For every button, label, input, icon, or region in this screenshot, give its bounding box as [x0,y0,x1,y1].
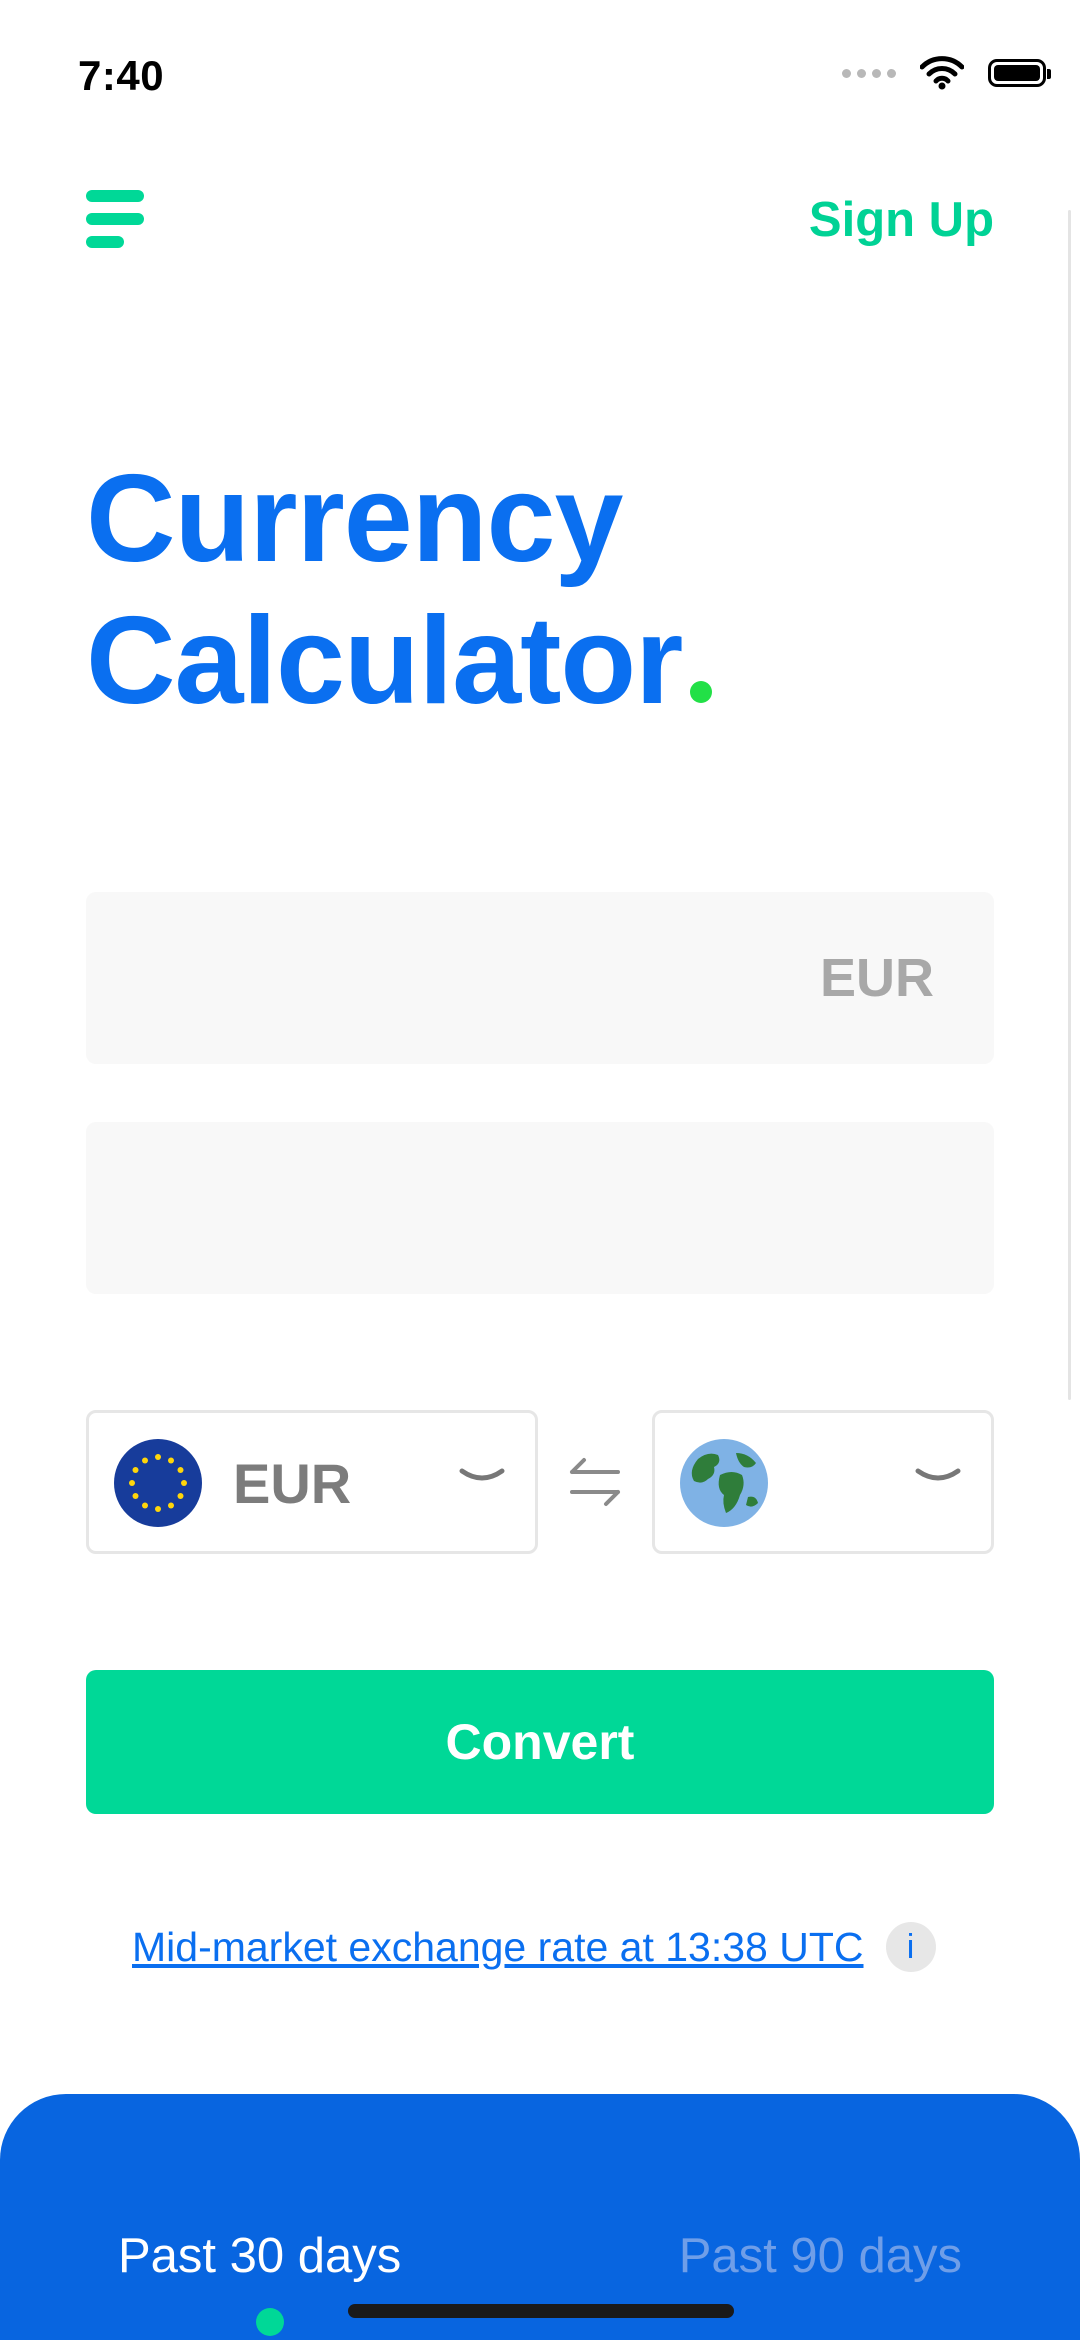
chevron-down-icon [459,1468,505,1481]
globe-icon [680,1439,768,1527]
scrollbar[interactable] [1068,210,1071,1400]
page-title: Currency Calculator [86,448,713,732]
amount-currency-suffix: EUR [819,948,934,1008]
info-icon[interactable]: i [885,1922,936,1972]
rate-info-link[interactable]: Mid-market exchange rate at 13:38 UTC [132,1924,864,1971]
cellular-signal-icon [842,68,896,78]
active-tab-indicator [256,2308,284,2336]
wifi-icon [920,56,964,90]
menu-icon[interactable] [86,190,144,248]
title-dot-icon [690,681,713,703]
home-indicator[interactable] [348,2304,734,2318]
rate-note: Mid-market exchange rate at 13:38 UTC i [132,1922,936,1972]
tab-past-30-days[interactable]: Past 30 days [118,2228,401,2284]
eu-flag-icon [114,1439,202,1527]
title-line-2: Calculator [86,592,683,730]
title-line-1: Currency [86,450,623,588]
from-currency-select[interactable]: EUR [86,1410,538,1554]
tab-past-90-days[interactable]: Past 90 days [679,2228,962,2284]
swap-icon[interactable] [568,1454,622,1510]
result-field[interactable] [86,1122,994,1294]
to-currency-select[interactable] [652,1410,994,1554]
battery-icon [988,59,1051,87]
amount-input[interactable]: EUR [86,892,994,1064]
sign-up-link[interactable]: Sign Up [809,192,994,248]
chevron-down-icon [915,1468,961,1481]
status-icons [842,56,1051,90]
from-currency-code: EUR [233,1452,352,1515]
convert-button[interactable]: Convert [86,1670,994,1814]
status-time: 7:40 [78,52,165,99]
